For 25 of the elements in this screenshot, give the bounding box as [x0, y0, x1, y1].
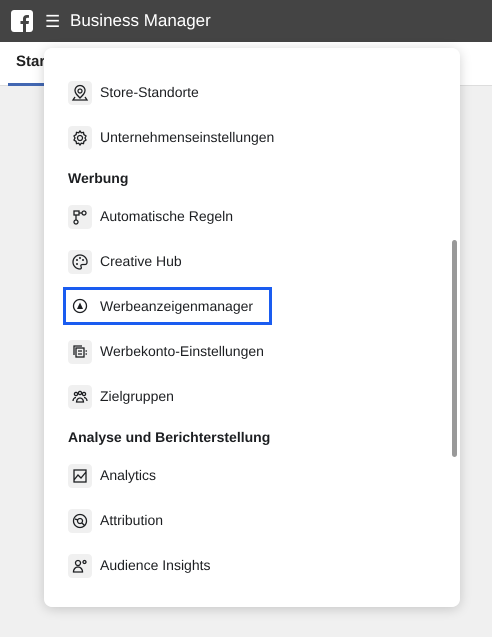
menu-button[interactable]: ☰ — [45, 12, 60, 30]
settings-icon — [68, 126, 92, 150]
menu-item[interactable]: Audience Insights — [68, 543, 436, 588]
stacked-cards-icon — [68, 340, 92, 364]
menu-item[interactable]: Attribution — [68, 498, 436, 543]
facebook-logo-icon[interactable] — [11, 10, 33, 32]
section-heading: Werbung — [68, 168, 130, 188]
app-title: Business Manager — [70, 10, 211, 32]
line-chart-icon — [68, 464, 92, 488]
section-heading: Analyse und Berichterstellung — [68, 428, 272, 447]
location-pin-icon — [68, 80, 92, 104]
menu-item[interactable]: Creative Hub — [68, 239, 436, 284]
palette-icon — [68, 250, 92, 274]
target-icon — [68, 508, 92, 532]
menu-item[interactable]: Unternehmenseinstellungen — [68, 115, 436, 160]
menu-item[interactable]: Automatische Regeln — [68, 194, 436, 239]
menu-item[interactable]: Store-Standorte — [68, 70, 436, 115]
menu-item[interactable]: Werbekonto-Einstellungen — [68, 329, 436, 374]
menu-item[interactable]: Analytics — [68, 453, 436, 498]
scrollbar-thumb[interactable] — [452, 240, 457, 457]
menu-item[interactable]: Werbeanzeigenmanager — [66, 290, 269, 322]
menu-item[interactable]: Zielgruppen — [68, 374, 436, 419]
person-icon — [68, 554, 92, 578]
flowchart-icon — [68, 204, 92, 228]
group-icon — [68, 384, 92, 408]
